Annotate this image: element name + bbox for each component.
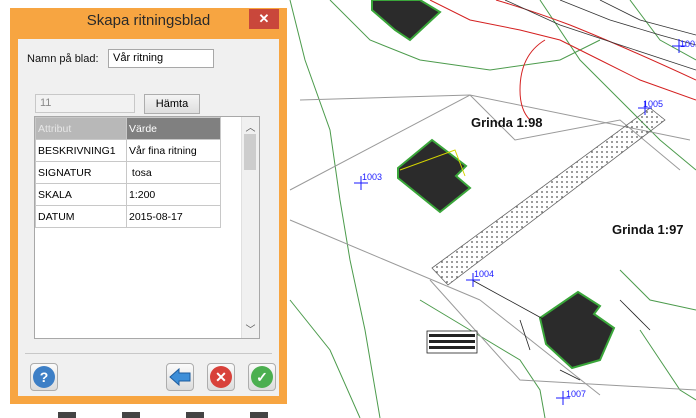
property-line bbox=[629, 0, 696, 61]
cancel-x-icon: ✕ bbox=[210, 366, 232, 388]
scroll-down-icon[interactable]: ﹀ bbox=[242, 321, 259, 336]
road-edge bbox=[599, 0, 696, 36]
attribute-table: Attribut Värde BESKRIVNING1 Vår fina rit… bbox=[35, 117, 221, 228]
dialog-body: Namn på blad: Vår ritning 11 Hämta Attri… bbox=[18, 39, 279, 396]
scale-bar bbox=[58, 412, 268, 418]
create-drawing-sheet-dialog: Skapa ritningsblad ✕ Namn på blad: Vår r… bbox=[10, 8, 287, 404]
road-line bbox=[429, 0, 696, 101]
dimension-line bbox=[519, 319, 531, 351]
column-header-value[interactable]: Värde bbox=[126, 117, 221, 140]
footer-separator bbox=[25, 353, 272, 354]
point-label-1004: 1004 bbox=[474, 269, 495, 279]
sheet-name-label: Namn på blad: bbox=[27, 53, 99, 65]
dimension-line bbox=[619, 299, 651, 331]
map-label-grinda-98: Grinda 1:98 bbox=[471, 115, 543, 130]
plot-boundary bbox=[299, 94, 471, 101]
property-line bbox=[619, 269, 696, 311]
scroll-up-icon[interactable]: ︿ bbox=[242, 119, 259, 134]
table-row[interactable]: BESKRIVNING1 Vår fina ritning bbox=[35, 139, 221, 162]
property-line bbox=[289, 299, 361, 418]
dialog-titlebar[interactable]: Skapa ritningsblad ✕ bbox=[10, 8, 287, 34]
attribute-name-cell: DATUM bbox=[35, 205, 127, 228]
cancel-button[interactable]: ✕ bbox=[207, 363, 235, 391]
gravel-path bbox=[431, 107, 666, 286]
building-top bbox=[371, 0, 442, 42]
point-label-1001: 1001 bbox=[680, 39, 696, 49]
property-line bbox=[289, 0, 381, 418]
checkmark-icon: ✓ bbox=[251, 366, 273, 388]
table-row[interactable]: SIGNATUR tosa bbox=[35, 161, 221, 184]
attribute-value-cell[interactable]: tosa bbox=[126, 161, 221, 184]
map-label-grinda-97: Grinda 1:97 bbox=[612, 222, 684, 237]
sheet-id-field: 11 bbox=[35, 94, 135, 113]
help-button[interactable]: ? bbox=[30, 363, 58, 391]
legend-block bbox=[426, 330, 478, 354]
attribute-value-cell[interactable]: 2015-08-17 bbox=[126, 205, 221, 228]
close-button[interactable]: ✕ bbox=[249, 9, 279, 29]
attribute-value-cell[interactable]: Vår fina ritning bbox=[126, 139, 221, 162]
dialog-title: Skapa ritningsblad bbox=[86, 12, 211, 29]
close-icon: ✕ bbox=[258, 11, 270, 26]
table-header-row: Attribut Värde bbox=[35, 117, 221, 140]
table-row[interactable]: DATUM 2015-08-17 bbox=[35, 205, 221, 228]
arrow-left-icon bbox=[169, 368, 191, 386]
sheet-name-input[interactable]: Vår ritning bbox=[108, 49, 214, 68]
attribute-grid[interactable]: Attribut Värde BESKRIVNING1 Vår fina rit… bbox=[34, 116, 260, 339]
point-label-1003: 1003 bbox=[362, 172, 383, 182]
point-label-1007: 1007 bbox=[566, 389, 587, 399]
attribute-name-cell: BESKRIVNING1 bbox=[35, 139, 127, 162]
scroll-thumb[interactable] bbox=[244, 134, 256, 170]
attribute-value-cell[interactable]: 1:200 bbox=[126, 183, 221, 206]
point-label-1005: 1005 bbox=[643, 99, 664, 109]
attribute-name-cell: SKALA bbox=[35, 183, 127, 206]
property-line bbox=[329, 0, 601, 71]
fetch-button[interactable]: Hämta bbox=[144, 94, 200, 114]
attribute-name-cell: SIGNATUR bbox=[35, 161, 127, 184]
question-icon: ? bbox=[33, 366, 55, 388]
vertical-scrollbar[interactable]: ︿ ﹀ bbox=[241, 117, 259, 338]
column-header-attribute[interactable]: Attribut bbox=[35, 117, 127, 140]
ok-button[interactable]: ✓ bbox=[248, 363, 276, 391]
building-middle bbox=[397, 138, 472, 214]
road-line bbox=[495, 0, 696, 81]
road-edge bbox=[559, 0, 696, 46]
road-edge bbox=[504, 0, 696, 71]
property-line bbox=[419, 299, 546, 418]
back-button[interactable] bbox=[166, 363, 194, 391]
dimension-line bbox=[471, 279, 546, 321]
table-row[interactable]: SKALA 1:200 bbox=[35, 183, 221, 206]
